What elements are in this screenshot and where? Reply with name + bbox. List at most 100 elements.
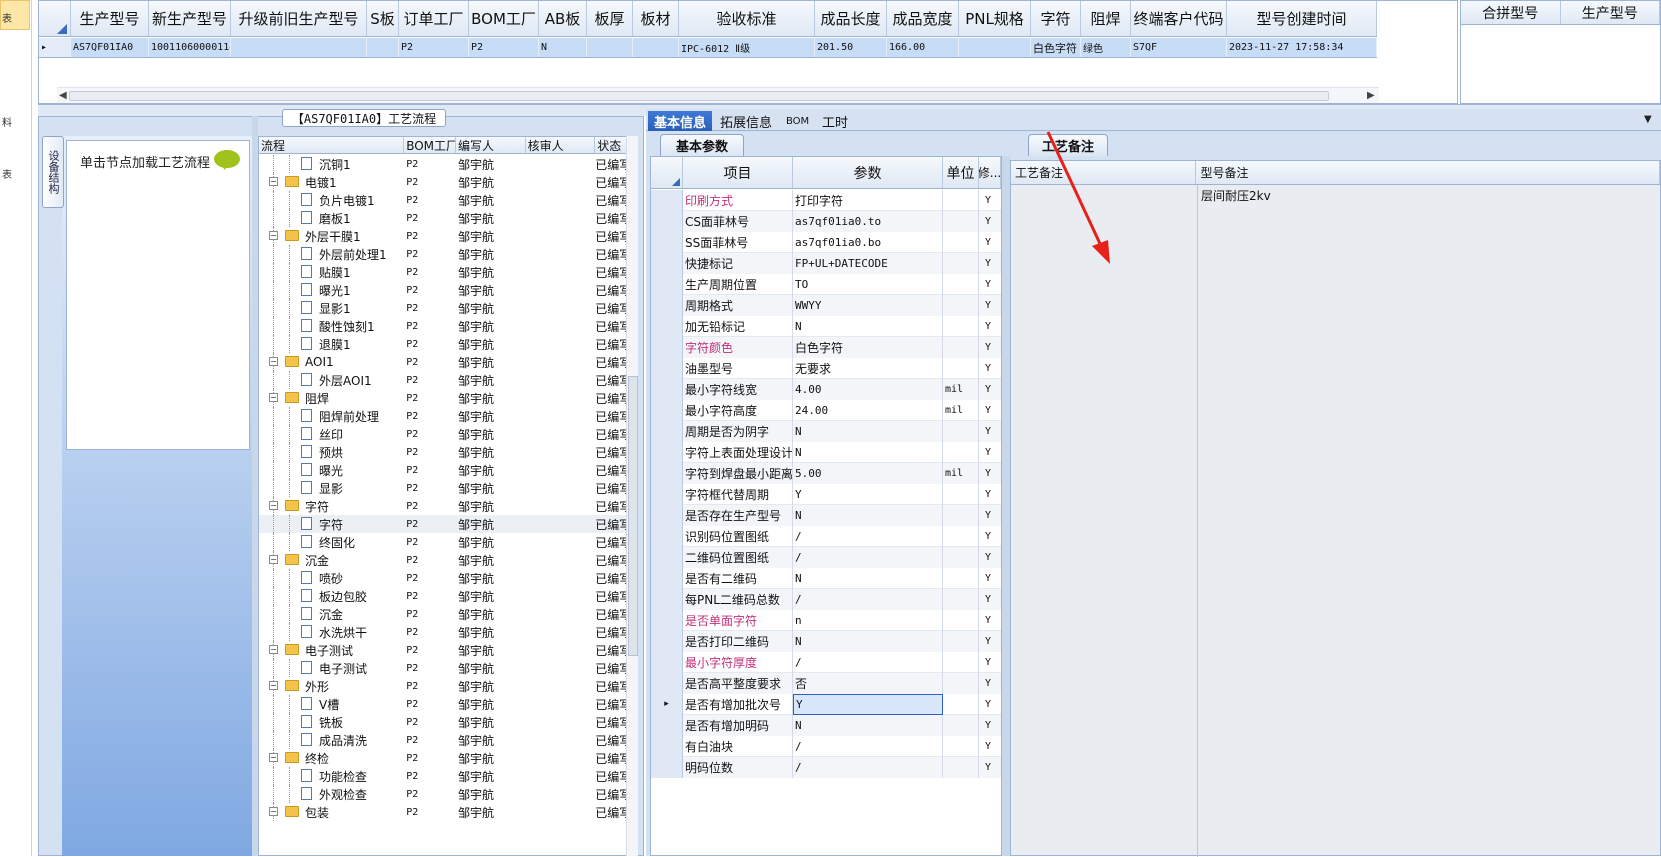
- notes-col-model-note[interactable]: 型号备注: [1196, 161, 1660, 184]
- process-tree-row[interactable]: 显影1 P2 邹宇航 已编写: [259, 299, 635, 317]
- collapse-icon[interactable]: −: [269, 753, 278, 762]
- horizontal-scrollbar[interactable]: ◀ ▶: [57, 87, 1379, 103]
- process-tree-row[interactable]: 外层AOI1 P2 邹宇航 已编写: [259, 371, 635, 389]
- process-node[interactable]: 终固化: [259, 533, 404, 551]
- product-col-8[interactable]: 板材: [633, 1, 679, 36]
- param-value[interactable]: 无要求: [793, 357, 943, 379]
- param-row[interactable]: 加无铅标记 N Y: [651, 315, 1001, 337]
- process-tree-row[interactable]: 沉金 P2 邹宇航 已编写: [259, 605, 635, 623]
- process-node[interactable]: − AOI1: [259, 353, 404, 371]
- process-tree-row[interactable]: 板边包胶 P2 邹宇航 已编写: [259, 587, 635, 605]
- product-col-11[interactable]: 成品宽度: [887, 1, 959, 36]
- param-value[interactable]: N: [793, 315, 943, 337]
- collapse-icon[interactable]: −: [269, 393, 278, 402]
- process-tree-row[interactable]: − 沉金 P2 邹宇航 已编写: [259, 551, 635, 569]
- process-node[interactable]: 功能检查: [259, 767, 404, 785]
- process-tree-row[interactable]: 喷砂 P2 邹宇航 已编写: [259, 569, 635, 587]
- merge-col-merged-model[interactable]: 合拼型号: [1461, 1, 1561, 24]
- process-tree-row[interactable]: − 终检 P2 邹宇航 已编写: [259, 749, 635, 767]
- process-tree-row[interactable]: − 字符 P2 邹宇航 已编写: [259, 497, 635, 515]
- process-tree-row[interactable]: 阻焊前处理 P2 邹宇航 已编写: [259, 407, 635, 425]
- param-value[interactable]: FP+UL+DATECODE: [793, 252, 943, 274]
- process-node[interactable]: V槽: [259, 695, 404, 713]
- product-cell-6[interactable]: N: [539, 38, 587, 57]
- product-cell-9[interactable]: IPC-6012 Ⅱ级: [679, 38, 815, 57]
- process-tree-row[interactable]: 显影 P2 邹宇航 已编写: [259, 479, 635, 497]
- tree-col-writer[interactable]: 编写人: [456, 137, 526, 153]
- param-row[interactable]: 是否存在生产型号 N Y: [651, 504, 1001, 526]
- param-row[interactable]: 字符颜色 白色字符 Y: [651, 336, 1001, 358]
- param-value[interactable]: /: [793, 525, 943, 547]
- product-cell-2[interactable]: [231, 38, 367, 57]
- param-row[interactable]: 生产周期位置 TO Y: [651, 273, 1001, 295]
- params-col-unit[interactable]: 单位: [943, 157, 979, 188]
- product-cell-3[interactable]: [367, 38, 399, 57]
- param-row[interactable]: 最小字符厚度 / Y: [651, 651, 1001, 673]
- param-row[interactable]: 明码位数 / Y: [651, 756, 1001, 778]
- process-tree-row[interactable]: V槽 P2 邹宇航 已编写: [259, 695, 635, 713]
- param-row[interactable]: 字符框代替周期 Y Y: [651, 483, 1001, 505]
- param-row[interactable]: ▸ 是否有增加批次号 Y Y: [651, 693, 1001, 715]
- param-value[interactable]: TO: [793, 273, 943, 295]
- param-row[interactable]: 周期是否为阴字 N Y: [651, 420, 1001, 442]
- process-node[interactable]: 负片电镀1: [259, 191, 404, 209]
- product-cell-15[interactable]: S7QF: [1131, 38, 1227, 57]
- collapse-icon[interactable]: −: [269, 501, 278, 510]
- process-node[interactable]: 显影1: [259, 299, 404, 317]
- process-tree-row[interactable]: − AOI1 P2 邹宇航 已编写: [259, 353, 635, 371]
- param-row[interactable]: 是否有二维码 N Y: [651, 567, 1001, 589]
- param-value[interactable]: WWYY: [793, 294, 943, 316]
- param-row[interactable]: 每PNL二维码总数 / Y: [651, 588, 1001, 610]
- product-col-16[interactable]: 型号创建时间: [1227, 1, 1377, 36]
- product-col-7[interactable]: 板厚: [587, 1, 633, 36]
- param-value[interactable]: /: [793, 735, 943, 757]
- process-node[interactable]: 外层前处理1: [259, 245, 404, 263]
- process-node[interactable]: 预烘: [259, 443, 404, 461]
- param-row[interactable]: 最小字符高度 24.00 mil Y: [651, 399, 1001, 421]
- process-tree-row[interactable]: 外观检查 P2 邹宇航 已编写: [259, 785, 635, 803]
- param-row[interactable]: SS面菲林号 as7qf01ia0.bo Y: [651, 231, 1001, 253]
- process-node[interactable]: 外层AOI1: [259, 371, 404, 389]
- param-value[interactable]: /: [793, 756, 943, 778]
- tree-col-bom[interactable]: BOM工厂: [404, 137, 456, 153]
- params-col-value[interactable]: 参数: [793, 157, 943, 188]
- product-col-12[interactable]: PNL规格: [959, 1, 1031, 36]
- process-tree-row[interactable]: 铣板 P2 邹宇航 已编写: [259, 713, 635, 731]
- tree-col-flow[interactable]: 流程: [259, 137, 405, 153]
- tree-col-reviewer[interactable]: 核审人: [526, 137, 596, 153]
- param-value[interactable]: 24.00: [793, 399, 943, 421]
- process-tree-row[interactable]: 沉铜1 P2 邹宇航 已编写: [259, 155, 635, 173]
- process-tree-row[interactable]: 电子测试 P2 邹宇航 已编写: [259, 659, 635, 677]
- product-cell-4[interactable]: P2: [399, 38, 469, 57]
- process-node[interactable]: 贴膜1: [259, 263, 404, 281]
- process-tree-row[interactable]: − 电子测试 P2 邹宇航 已编写: [259, 641, 635, 659]
- product-cell-11[interactable]: 166.00: [887, 38, 959, 57]
- process-tree-row[interactable]: 负片电镀1 P2 邹宇航 已编写: [259, 191, 635, 209]
- param-value[interactable]: 4.00: [793, 378, 943, 400]
- process-node[interactable]: − 包装: [259, 803, 404, 821]
- process-tree-row[interactable]: 贴膜1 P2 邹宇航 已编写: [259, 263, 635, 281]
- param-row[interactable]: 字符到焊盘最小距离 5.00 mil Y: [651, 462, 1001, 484]
- process-tree-row[interactable]: 外层前处理1 P2 邹宇航 已编写: [259, 245, 635, 263]
- process-tree-row[interactable]: 丝印 P2 邹宇航 已编写: [259, 425, 635, 443]
- process-node[interactable]: 显影: [259, 479, 404, 497]
- process-node[interactable]: − 沉金: [259, 551, 404, 569]
- process-tree-row[interactable]: 退膜1 P2 邹宇航 已编写: [259, 335, 635, 353]
- collapse-icon[interactable]: −: [269, 681, 278, 690]
- process-node[interactable]: 外观检查: [259, 785, 404, 803]
- param-value[interactable]: 5.00: [793, 462, 943, 484]
- param-value[interactable]: /: [793, 588, 943, 610]
- process-tree-row[interactable]: 曝光1 P2 邹宇航 已编写: [259, 281, 635, 299]
- tab-bom[interactable]: BOM: [780, 111, 815, 131]
- product-cell-8[interactable]: [633, 38, 679, 57]
- param-value[interactable]: as7qf01ia0.to: [793, 210, 943, 232]
- product-cell-1[interactable]: 10011060000114: [149, 38, 231, 57]
- param-row[interactable]: 油墨型号 无要求 Y: [651, 357, 1001, 379]
- product-col-4[interactable]: 订单工厂: [399, 1, 469, 36]
- product-cell-7[interactable]: [587, 38, 633, 57]
- collapse-icon[interactable]: −: [269, 645, 278, 654]
- param-row[interactable]: 周期格式 WWYY Y: [651, 294, 1001, 316]
- process-tree-row[interactable]: 水洗烘干 P2 邹宇航 已编写: [259, 623, 635, 641]
- collapse-icon[interactable]: −: [269, 357, 278, 366]
- process-tree-row[interactable]: 酸性蚀刻1 P2 邹宇航 已编写: [259, 317, 635, 335]
